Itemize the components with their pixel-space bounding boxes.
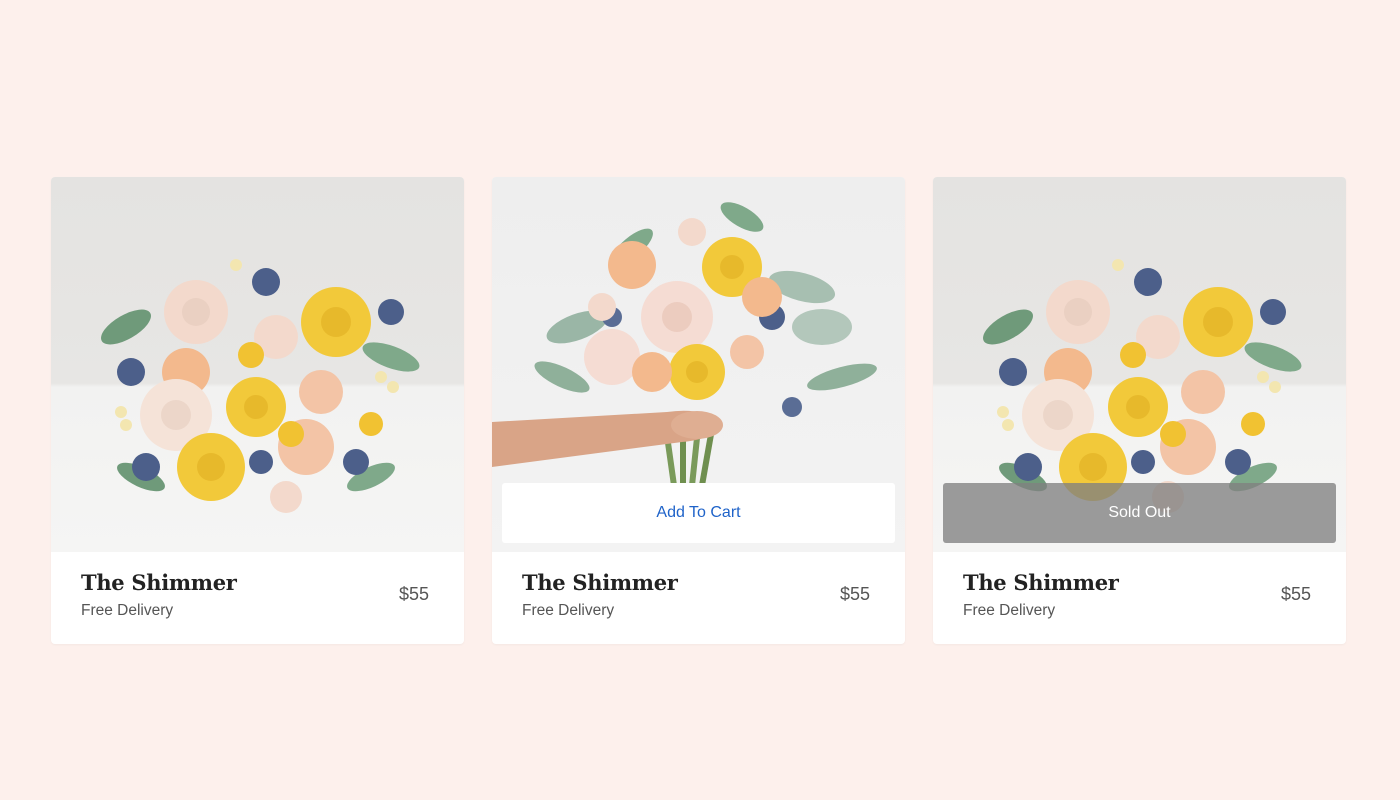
product-info: The Shimmer Free Delivery $55: [51, 552, 464, 644]
bouquet-image: [101, 259, 420, 513]
product-title[interactable]: The Shimmer: [522, 570, 678, 595]
product-image[interactable]: Sold Out: [933, 177, 1346, 552]
add-to-cart-button[interactable]: Add To Cart: [502, 483, 895, 543]
product-title[interactable]: The Shimmer: [963, 570, 1119, 595]
product-price: $55: [398, 584, 429, 604]
product-card[interactable]: The Shimmer Free Delivery $55: [51, 177, 464, 644]
product-image[interactable]: [51, 177, 464, 552]
product-info: The Shimmer Free Delivery $55: [492, 552, 905, 644]
product-grid: The Shimmer Free Delivery $55 Add To Car…: [51, 177, 1346, 644]
product-info: The Shimmer Free Delivery $55: [933, 552, 1346, 644]
delivery-label: Free Delivery: [963, 602, 1056, 619]
product-card[interactable]: Sold Out The Shimmer Free Delivery $55: [933, 177, 1346, 644]
sold-out-badge: Sold Out: [943, 483, 1336, 543]
product-price: $55: [839, 584, 870, 604]
product-card[interactable]: Add To Cart The Shimmer Free Delivery $5…: [492, 177, 905, 644]
product-title[interactable]: The Shimmer: [81, 570, 237, 595]
delivery-label: Free Delivery: [81, 602, 174, 619]
product-image[interactable]: Add To Cart: [492, 177, 905, 552]
product-price: $55: [1280, 584, 1311, 604]
delivery-label: Free Delivery: [522, 602, 615, 619]
